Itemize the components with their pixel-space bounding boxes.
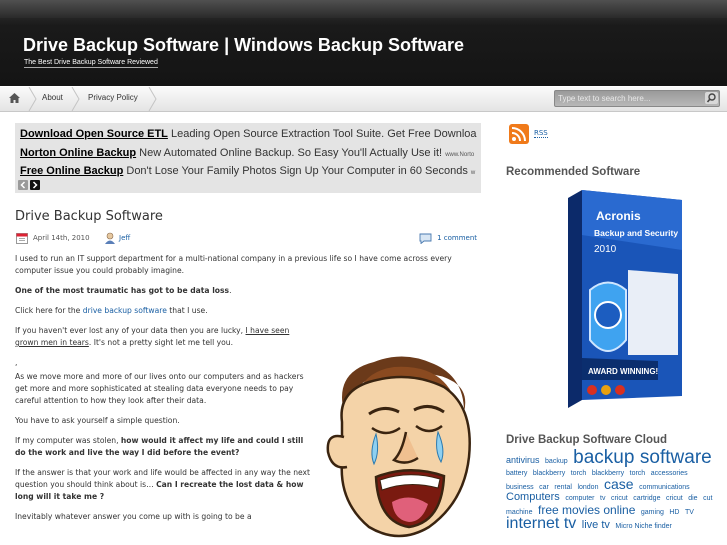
- post-paragraph: Click here for the drive backup software…: [15, 305, 475, 317]
- nav-home[interactable]: [0, 87, 30, 111]
- text: If you haven't ever lost any of your dat…: [15, 326, 246, 335]
- text: If my computer was stolen,: [15, 436, 121, 445]
- box-brand-text: Acronis: [596, 209, 641, 223]
- tag-link[interactable]: torch: [571, 470, 587, 477]
- ad-url: www.Norto: [445, 152, 475, 158]
- post-paragraph: As we move more and more of our lives on…: [15, 372, 304, 405]
- tag-link[interactable]: internet tv: [506, 515, 576, 532]
- sponsored-links-box: Download Open Source ETL Leading Open So…: [15, 123, 481, 193]
- prev-ad-button[interactable]: [18, 180, 28, 190]
- comment-icon: [419, 233, 432, 244]
- ad-title[interactable]: Free Online Backup: [20, 165, 123, 177]
- comments-link[interactable]: 1 comment: [437, 234, 477, 242]
- site-tagline: The Best Drive Backup Software Reviewed: [24, 59, 158, 68]
- post-paragraph: One of the most traumatic has got to be …: [15, 285, 475, 297]
- site-title[interactable]: Drive Backup Software | Windows Backup S…: [23, 35, 464, 56]
- post-paragraph: You have to ask yourself a simple questi…: [15, 416, 180, 425]
- search-icon: [706, 93, 716, 103]
- post-paragraph: ,: [15, 358, 18, 367]
- tag-link[interactable]: TV: [685, 509, 694, 516]
- post-content: I used to run an IT support department f…: [15, 253, 452, 531]
- tag-link[interactable]: live tv: [582, 519, 610, 531]
- post-paragraph: If the answer is that your work and life…: [15, 467, 315, 503]
- tag-link[interactable]: cut: [703, 495, 712, 502]
- tag-link[interactable]: accessories: [651, 470, 688, 477]
- tag-link[interactable]: antivirus: [506, 455, 540, 465]
- rss-label[interactable]: RSS: [534, 129, 548, 138]
- chevron-left-icon: [20, 181, 26, 189]
- tag-cloud: antivirus backup backup software battery…: [506, 448, 722, 533]
- text: that I use.: [166, 306, 208, 315]
- tag-link[interactable]: Micro Niche finder: [615, 523, 671, 530]
- tag-link[interactable]: HD: [669, 509, 679, 516]
- tag-link[interactable]: london: [577, 484, 598, 491]
- box-year-text: 2010: [594, 244, 617, 255]
- post-paragraph: Inevitably whatever answer you come up w…: [15, 512, 252, 521]
- tag-link[interactable]: battery: [506, 470, 527, 477]
- ad-pager: [18, 180, 42, 193]
- post-author[interactable]: Jeff: [119, 234, 130, 242]
- crying-man-illustration: [326, 356, 471, 538]
- post-paragraph: I used to run an IT support department f…: [15, 254, 452, 275]
- ad-title[interactable]: Norton Online Backup: [20, 147, 136, 159]
- text: . It's not a pretty sight let me tell yo…: [88, 338, 234, 347]
- ad-url: w: [470, 170, 476, 176]
- search-button[interactable]: [705, 92, 718, 104]
- tag-link[interactable]: Computers: [506, 491, 560, 503]
- post-meta: April 14th, 2010 Jeff 1 comment: [15, 232, 481, 246]
- post-paragraph: If you haven't ever lost any of your dat…: [15, 325, 315, 349]
- box-award-text: AWARD WINNING!: [588, 367, 658, 376]
- ad-row[interactable]: Download Open Source ETL Leading Open So…: [20, 128, 477, 140]
- tag-link[interactable]: die: [688, 495, 697, 502]
- post-title[interactable]: Drive Backup Software: [15, 209, 163, 224]
- search-input[interactable]: [557, 92, 699, 104]
- text: Click here for the: [15, 306, 83, 315]
- chevron-right-icon: [32, 181, 38, 189]
- next-ad-button[interactable]: [30, 180, 40, 190]
- bold-text: One of the most traumatic has got to be …: [15, 286, 230, 295]
- calendar-icon: [16, 233, 28, 244]
- tag-link[interactable]: computer: [565, 495, 594, 502]
- tag-cloud-heading: Drive Backup Software Cloud: [506, 434, 668, 446]
- tag-link[interactable]: gaming: [641, 509, 664, 516]
- rss-link[interactable]: RSS: [509, 124, 548, 147]
- nav-item-privacy-policy[interactable]: Privacy Policy: [88, 93, 138, 102]
- drive-backup-software-link[interactable]: drive backup software: [83, 306, 167, 315]
- home-icon: [9, 93, 20, 103]
- post-paragraph: If my computer was stolen, how would it …: [15, 435, 315, 459]
- tag-link[interactable]: communications: [639, 484, 690, 491]
- ad-row[interactable]: Norton Online Backup New Automated Onlin…: [20, 147, 474, 159]
- ad-text: Leading Open Source Extraction Tool Suit…: [167, 128, 477, 140]
- nav-item-about[interactable]: About: [42, 93, 63, 102]
- tag-link[interactable]: backup: [545, 458, 568, 465]
- ad-text: New Automated Online Backup. So Easy You…: [136, 147, 446, 159]
- search-box: [554, 90, 720, 107]
- tag-link[interactable]: cricut: [666, 495, 683, 502]
- tag-link[interactable]: software: [640, 447, 712, 468]
- tag-link[interactable]: blackberry: [533, 470, 565, 477]
- main-nav: About Privacy Policy: [0, 86, 727, 112]
- author-icon: [105, 232, 115, 244]
- tag-link[interactable]: backup: [573, 447, 634, 468]
- ad-title[interactable]: Download Open Source ETL: [20, 128, 168, 140]
- text: .: [229, 286, 232, 295]
- nav-separator: [148, 87, 157, 111]
- box-title-text: Backup and Security: [594, 228, 678, 238]
- nav-separator: [28, 87, 37, 111]
- acronis-product-box[interactable]: AWARD WINNING! Acronis Backup and Securi…: [568, 190, 682, 410]
- tag-link[interactable]: cricut: [611, 495, 628, 502]
- tag-link[interactable]: case: [604, 476, 634, 492]
- ad-text: Don't Lose Your Family Photos Sign Up Yo…: [123, 165, 471, 177]
- recommended-heading: Recommended Software: [506, 166, 641, 178]
- nav-separator: [71, 87, 80, 111]
- rss-icon: [509, 124, 529, 144]
- ad-row[interactable]: Free Online Backup Don't Lose Your Famil…: [20, 165, 475, 177]
- tag-link[interactable]: tv: [600, 495, 605, 502]
- site-header: Drive Backup Software | Windows Backup S…: [0, 0, 727, 86]
- post-date: April 14th, 2010: [33, 234, 90, 242]
- tag-link[interactable]: cartridge: [633, 495, 660, 502]
